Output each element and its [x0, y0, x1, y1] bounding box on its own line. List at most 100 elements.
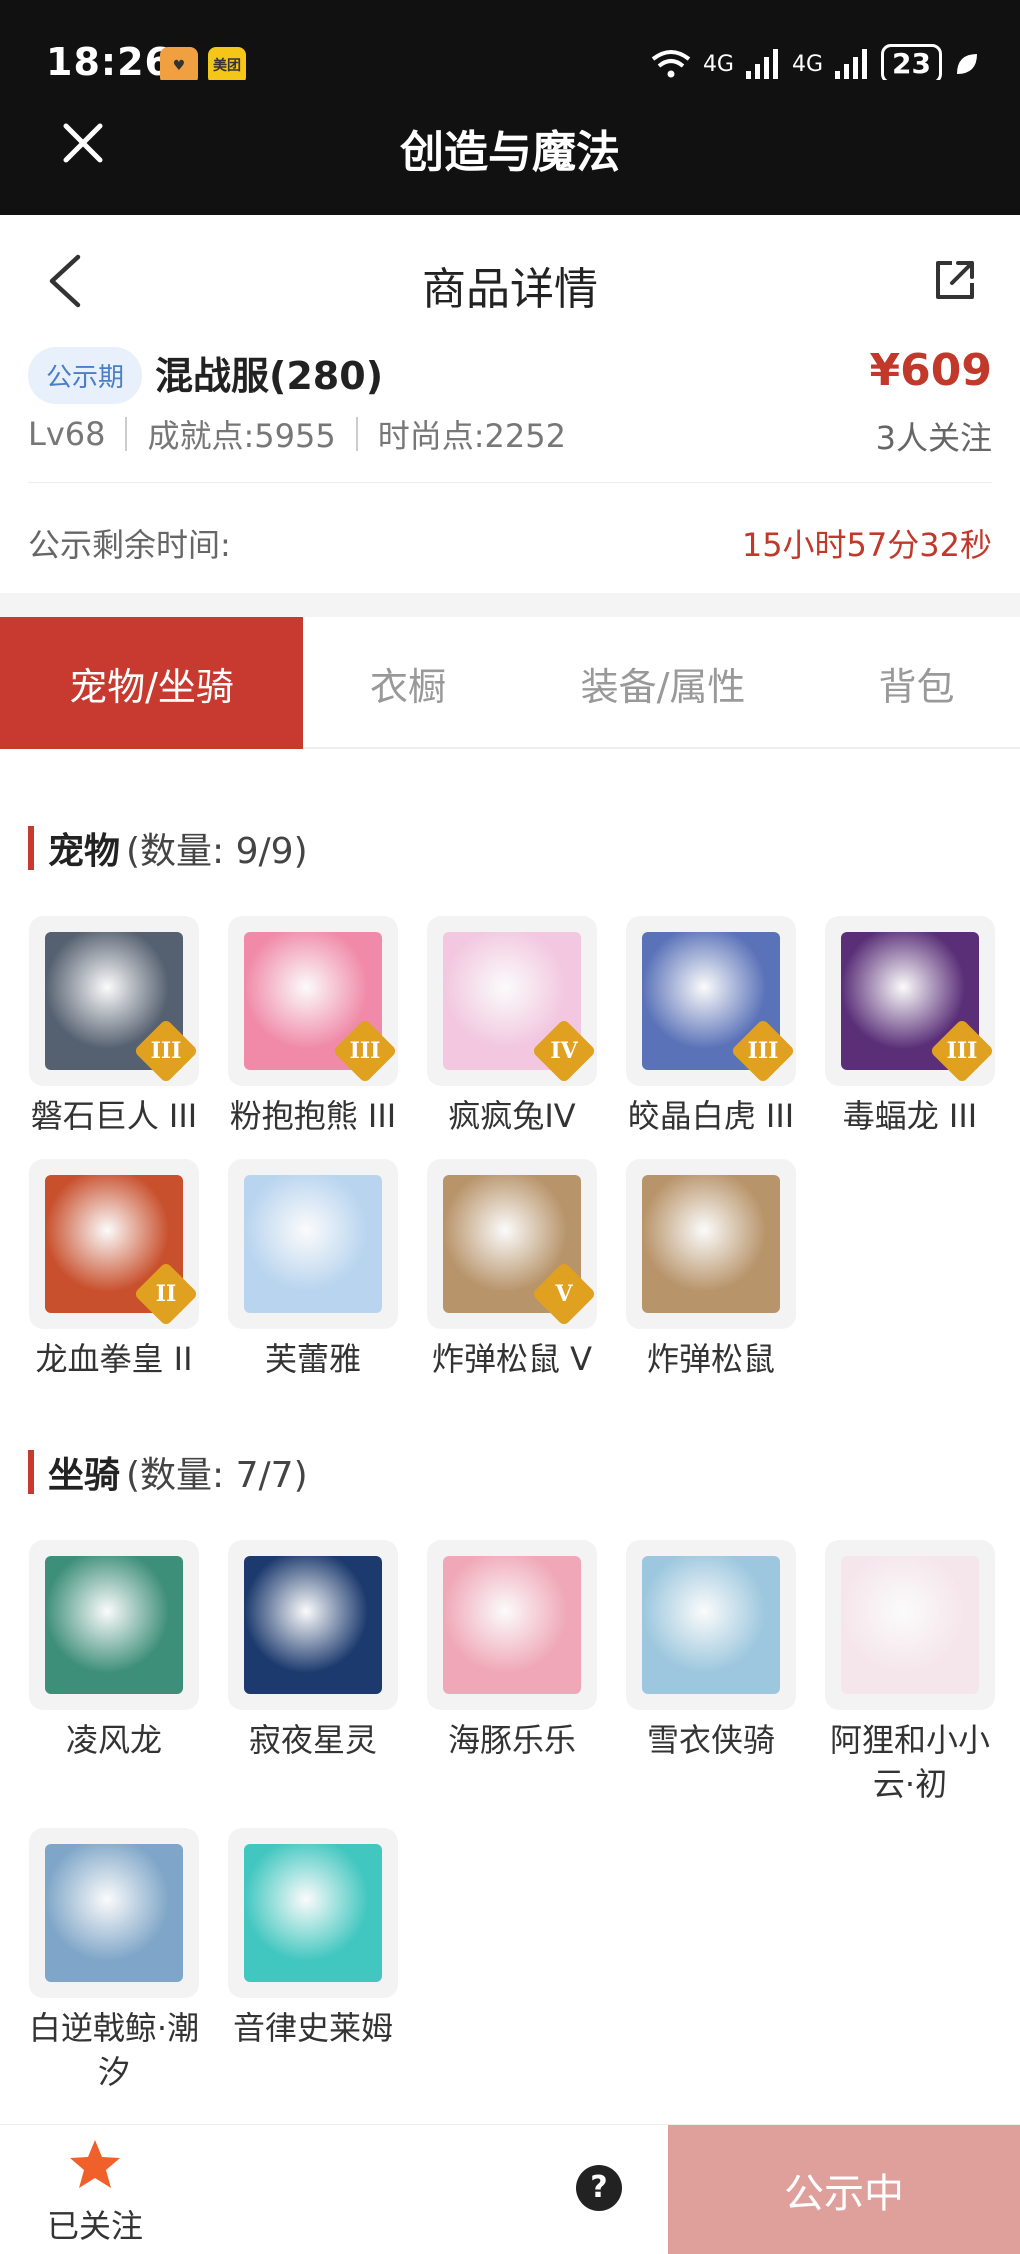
rank-badge-icon: IV: [531, 1018, 597, 1084]
pet-thumbnail: [626, 1159, 796, 1329]
product-price: ¥609: [869, 345, 992, 396]
mount-portrait-image: [45, 1556, 183, 1694]
mount-item[interactable]: 雪衣侠骑: [625, 1540, 797, 1762]
tab-pets-mounts[interactable]: 宠物/坐骑: [0, 617, 303, 749]
fashion-value: 时尚点:2252: [377, 417, 566, 455]
section-marker: [28, 826, 34, 870]
rank-badge-icon: V: [531, 1261, 597, 1327]
meta-divider: [125, 417, 128, 451]
achievement-value: 成就点:5955: [147, 417, 336, 455]
countdown-label: 公示剩余时间:: [28, 526, 231, 564]
network-label: 4G: [702, 51, 734, 77]
mount-thumbnail: [427, 1540, 597, 1710]
rank-badge-icon: III: [730, 1018, 796, 1084]
help-icon[interactable]: ?: [576, 2165, 622, 2211]
pet-item[interactable]: 芙蕾雅: [227, 1159, 399, 1381]
pet-name: 皎晶白虎 III: [627, 1097, 795, 1135]
tab-wardrobe[interactable]: 衣橱: [303, 617, 513, 749]
mount-thumbnail: [626, 1540, 796, 1710]
signal-icon: [745, 49, 778, 79]
pets-title: 宠物: [48, 831, 121, 872]
mount-portrait-image: [642, 1556, 780, 1694]
status-time: 18:26: [46, 40, 172, 84]
mount-item[interactable]: 海豚乐乐: [426, 1540, 598, 1762]
battery-level: 23: [881, 44, 942, 84]
mount-name: 音律史莱姆: [232, 2009, 393, 2047]
follow-label: 已关注: [46, 2207, 143, 2245]
mount-thumbnail: [825, 1540, 995, 1710]
mount-thumbnail: [29, 1828, 199, 1998]
mount-item[interactable]: 阿狸和小小云·初: [824, 1540, 996, 1806]
product-info: 公示期 混战服(280) ¥609 Lv68 成就点:5955 时尚点:2252…: [0, 345, 1020, 485]
pet-item[interactable]: III 皎晶白虎 III: [625, 916, 797, 1138]
section-marker: [28, 1450, 34, 1494]
publicity-status-button[interactable]: 公示中: [668, 2125, 1020, 2254]
mount-item[interactable]: 寂夜星灵: [227, 1540, 399, 1762]
pet-thumbnail: III: [626, 916, 796, 1086]
mount-item[interactable]: 白逆戟鲸·潮汐: [28, 1828, 200, 2094]
mount-item[interactable]: 音律史莱姆: [227, 1828, 399, 2050]
mounts-section-title: 坐骑 (数量: 7/7): [28, 1446, 308, 1498]
pet-thumbnail: [228, 1159, 398, 1329]
mount-thumbnail: [29, 1540, 199, 1710]
signal-icon-2: [835, 49, 868, 79]
page-title: 商品详情: [422, 264, 598, 315]
mount-name: 阿狸和小小云·初: [829, 1721, 990, 1803]
mount-portrait-image: [45, 1844, 183, 1982]
follow-button[interactable]: 已关注: [40, 2137, 150, 2247]
rank-badge-icon: III: [133, 1018, 199, 1084]
pet-item[interactable]: V 炸弹松鼠 V: [426, 1159, 598, 1381]
tab-backpack[interactable]: 背包: [813, 617, 1020, 749]
network-label-2: 4G: [791, 51, 824, 77]
share-icon[interactable]: [932, 257, 978, 303]
wifi-icon: [651, 50, 691, 78]
level-value: Lv68: [28, 415, 106, 453]
mount-portrait-image: [244, 1844, 382, 1982]
mount-portrait-image: [244, 1556, 382, 1694]
pet-thumbnail: III: [825, 916, 995, 1086]
mount-name: 凌风龙: [65, 1721, 162, 1759]
mounts-count: (数量: 7/7): [126, 1455, 308, 1496]
star-icon: [70, 2140, 120, 2188]
pet-item[interactable]: III 毒蝠龙 III: [824, 916, 996, 1138]
rank-badge-icon: III: [332, 1018, 398, 1084]
product-name: 混战服(280): [155, 354, 384, 398]
category-tabs: 宠物/坐骑 衣橱 装备/属性 背包: [0, 617, 1020, 749]
pet-name: 炸弹松鼠: [646, 1340, 775, 1378]
status-icons: 4G 4G 23: [651, 44, 980, 84]
pets-count: (数量: 9/9): [126, 831, 308, 872]
countdown-value: 15小时57分32秒: [741, 526, 992, 564]
mount-thumbnail: [228, 1540, 398, 1710]
pet-thumbnail: III: [228, 916, 398, 1086]
webview-header: 创造与魔法: [0, 80, 1020, 215]
pet-name: 疯疯兔IV: [448, 1097, 576, 1135]
pet-name: 龙血拳皇 II: [35, 1340, 193, 1378]
pet-thumbnail: II: [29, 1159, 199, 1329]
pet-item[interactable]: III 磐石巨人 III: [28, 916, 200, 1138]
countdown-row: 公示剩余时间: 15小时57分32秒: [0, 483, 1020, 593]
pet-portrait-image: [642, 1175, 780, 1313]
pet-name: 炸弹松鼠 V: [431, 1340, 593, 1378]
pet-item[interactable]: 炸弹松鼠: [625, 1159, 797, 1381]
pet-name: 磐石巨人 III: [30, 1097, 198, 1135]
mount-item[interactable]: 凌风龙: [28, 1540, 200, 1762]
page-nav: 商品详情: [0, 215, 1020, 345]
pet-item[interactable]: IV 疯疯兔IV: [426, 916, 598, 1138]
mount-name: 寂夜星灵: [248, 1721, 377, 1759]
pet-item[interactable]: II 龙血拳皇 II: [28, 1159, 200, 1381]
bottom-bar: 已关注 ? 公示中: [0, 2124, 1020, 2254]
mount-thumbnail: [228, 1828, 398, 1998]
tab-equipment[interactable]: 装备/属性: [513, 617, 813, 749]
mounts-title: 坐骑: [48, 1455, 121, 1496]
pet-name: 毒蝠龙 III: [842, 1097, 978, 1135]
mount-name: 海豚乐乐: [447, 1721, 576, 1759]
pet-name: 芙蕾雅: [264, 1340, 361, 1378]
pet-item[interactable]: III 粉抱抱熊 III: [227, 916, 399, 1138]
pet-thumbnail: IV: [427, 916, 597, 1086]
rank-badge-icon: III: [929, 1018, 995, 1084]
product-meta: Lv68 成就点:5955 时尚点:2252: [28, 411, 566, 457]
pets-section-title: 宠物 (数量: 9/9): [28, 822, 308, 874]
section-gap: [0, 593, 1020, 617]
mount-name: 白逆戟鲸·潮汐: [28, 2009, 200, 2091]
meta-divider: [355, 417, 358, 451]
